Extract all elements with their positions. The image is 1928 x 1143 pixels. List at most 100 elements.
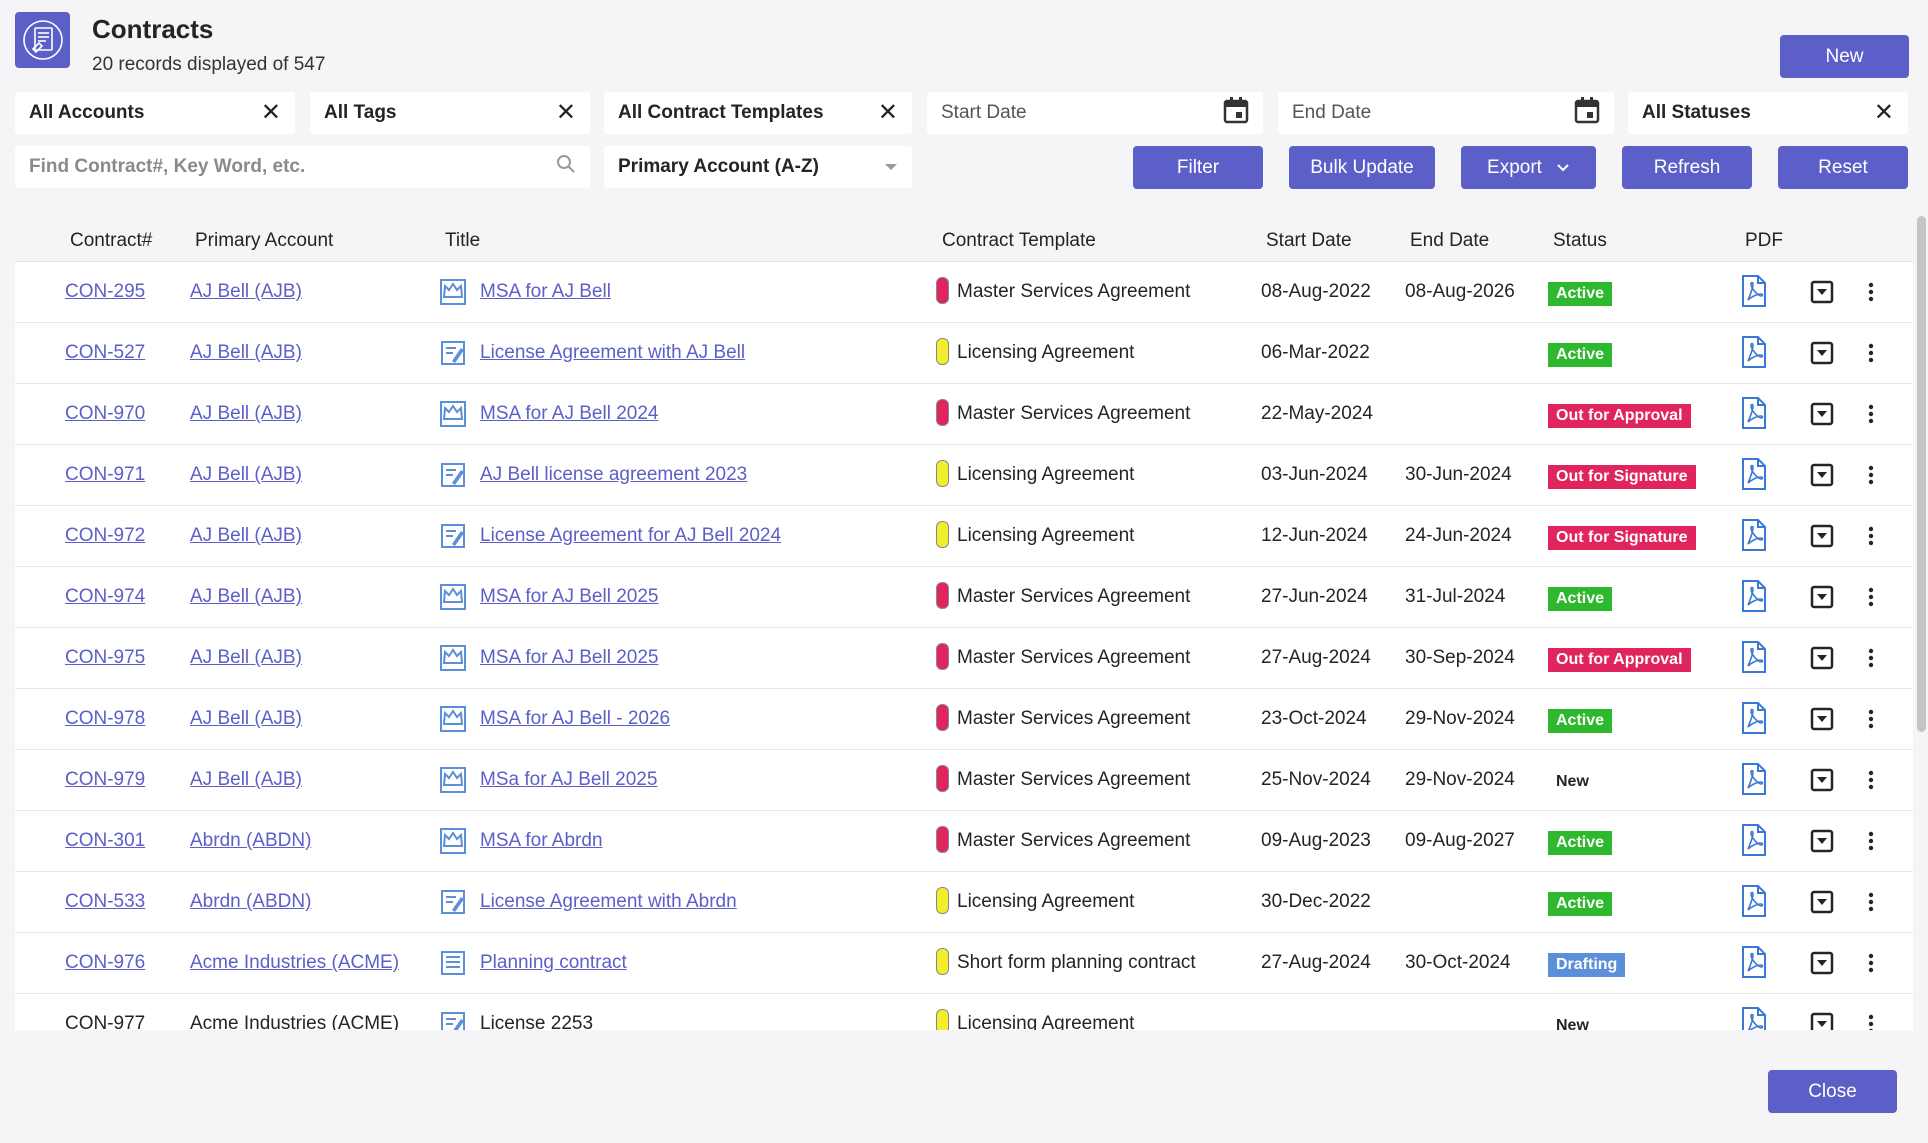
more-options-icon[interactable] (1868, 1014, 1874, 1030)
account-link[interactable]: Abrdn (ABDN) (190, 830, 311, 852)
row-dropdown-icon[interactable] (1810, 524, 1834, 553)
account-link[interactable]: AJ Bell (AJB) (190, 647, 302, 669)
more-options-icon[interactable] (1868, 953, 1874, 978)
row-dropdown-icon[interactable] (1810, 585, 1834, 614)
title-link[interactable]: MSa for AJ Bell 2025 (480, 769, 657, 791)
more-options-icon[interactable] (1868, 831, 1874, 856)
column-header[interactable]: Contract# (70, 230, 152, 252)
contract-id-link[interactable]: CON-975 (65, 647, 145, 669)
refresh-button[interactable]: Refresh (1622, 146, 1752, 189)
more-options-icon[interactable] (1868, 587, 1874, 612)
clear-tags-icon[interactable]: ✕ (556, 101, 576, 125)
title-link[interactable]: License Agreement with AJ Bell (480, 342, 745, 364)
end-date-field[interactable]: End Date (1278, 92, 1614, 134)
contract-id-link[interactable]: CON-976 (65, 952, 145, 974)
table-row[interactable]: CON-970 AJ Bell (AJB) MSA for AJ Bell 2024… (15, 384, 1913, 445)
more-options-icon[interactable] (1868, 892, 1874, 917)
account-link[interactable]: Abrdn (ABDN) (190, 891, 311, 913)
contract-id-link[interactable]: CON-978 (65, 708, 145, 730)
contract-id-link[interactable]: CON-974 (65, 586, 145, 608)
column-header[interactable]: End Date (1410, 230, 1489, 252)
start-date-field[interactable]: Start Date (927, 92, 1263, 134)
account-link[interactable]: AJ Bell (AJB) (190, 708, 302, 730)
table-row[interactable]: CON-533 Abrdn (ABDN) License Agreement wit… (15, 872, 1913, 933)
row-dropdown-icon[interactable] (1810, 463, 1834, 492)
close-button[interactable]: Close (1768, 1070, 1897, 1113)
contract-id-link[interactable]: CON-977 (65, 1013, 145, 1030)
contract-id-link[interactable]: CON-972 (65, 525, 145, 547)
more-options-icon[interactable] (1868, 709, 1874, 734)
pdf-icon[interactable] (1741, 519, 1767, 556)
table-row[interactable]: CON-301 Abrdn (ABDN) MSA for Abrdn Master S… (15, 811, 1913, 872)
pdf-icon[interactable] (1741, 641, 1767, 678)
pdf-icon[interactable] (1741, 458, 1767, 495)
column-header[interactable]: Status (1553, 230, 1607, 252)
account-link[interactable]: AJ Bell (AJB) (190, 281, 302, 303)
table-row[interactable]: CON-978 AJ Bell (AJB) MSA for AJ Bell - 20… (15, 689, 1913, 750)
more-options-icon[interactable] (1868, 648, 1874, 673)
templates-filter[interactable]: All Contract Templates ✕ (604, 92, 912, 134)
more-options-icon[interactable] (1868, 770, 1874, 795)
clear-templates-icon[interactable]: ✕ (878, 101, 898, 125)
contract-id-link[interactable]: CON-979 (65, 769, 145, 791)
row-dropdown-icon[interactable] (1810, 1012, 1834, 1030)
column-header[interactable]: Start Date (1266, 230, 1352, 252)
contract-id-link[interactable]: CON-533 (65, 891, 145, 913)
pdf-icon[interactable] (1741, 580, 1767, 617)
more-options-icon[interactable] (1868, 404, 1874, 429)
export-button[interactable]: Export (1461, 146, 1596, 189)
pdf-icon[interactable] (1741, 763, 1767, 800)
title-link[interactable]: License 2253 (480, 1013, 593, 1030)
table-row[interactable]: CON-295 AJ Bell (AJB) MSA for AJ Bell Maste… (15, 262, 1913, 323)
pdf-icon[interactable] (1741, 397, 1767, 434)
column-header[interactable]: Contract Template (942, 230, 1096, 252)
more-options-icon[interactable] (1868, 343, 1874, 368)
search-icon[interactable] (556, 154, 576, 180)
title-link[interactable]: AJ Bell license agreement 2023 (480, 464, 747, 486)
more-options-icon[interactable] (1868, 465, 1874, 490)
row-dropdown-icon[interactable] (1810, 280, 1834, 309)
row-dropdown-icon[interactable] (1810, 829, 1834, 858)
row-dropdown-icon[interactable] (1810, 768, 1834, 797)
column-header[interactable]: Title (445, 230, 480, 252)
table-row[interactable]: CON-974 AJ Bell (AJB) MSA for AJ Bell 2025… (15, 567, 1913, 628)
pdf-icon[interactable] (1741, 824, 1767, 861)
tags-filter[interactable]: All Tags ✕ (310, 92, 590, 134)
new-button[interactable]: New (1780, 35, 1909, 78)
pdf-icon[interactable] (1741, 946, 1767, 983)
table-row[interactable]: CON-972 AJ Bell (AJB) License Agreement fo… (15, 506, 1913, 567)
title-link[interactable]: License Agreement for AJ Bell 2024 (480, 525, 781, 547)
account-link[interactable]: Acme Industries (ACME) (190, 952, 399, 974)
table-scrollbar[interactable] (1915, 216, 1928, 1034)
column-header[interactable]: Primary Account (195, 230, 333, 252)
table-row[interactable]: CON-979 AJ Bell (AJB) MSa for AJ Bell 2025… (15, 750, 1913, 811)
table-row[interactable]: CON-975 AJ Bell (AJB) MSA for AJ Bell 2025… (15, 628, 1913, 689)
title-link[interactable]: MSA for AJ Bell - 2026 (480, 708, 670, 730)
column-header[interactable]: PDF (1745, 230, 1783, 252)
pdf-icon[interactable] (1741, 885, 1767, 922)
account-link[interactable]: AJ Bell (AJB) (190, 403, 302, 425)
title-link[interactable]: MSA for AJ Bell 2024 (480, 403, 659, 425)
pdf-icon[interactable] (1741, 336, 1767, 373)
pdf-icon[interactable] (1741, 275, 1767, 312)
row-dropdown-icon[interactable] (1810, 890, 1834, 919)
contract-id-link[interactable]: CON-527 (65, 342, 145, 364)
calendar-icon[interactable] (1574, 96, 1600, 130)
account-link[interactable]: Acme Industries (ACME) (190, 1013, 399, 1030)
contract-id-link[interactable]: CON-971 (65, 464, 145, 486)
pdf-icon[interactable] (1741, 1007, 1767, 1030)
clear-statuses-icon[interactable]: ✕ (1874, 101, 1894, 125)
search-input[interactable]: Find Contract#, Key Word, etc. (15, 146, 590, 188)
accounts-filter[interactable]: All Accounts ✕ (15, 92, 295, 134)
row-dropdown-icon[interactable] (1810, 646, 1834, 675)
filter-button[interactable]: Filter (1133, 146, 1263, 189)
row-dropdown-icon[interactable] (1810, 707, 1834, 736)
row-dropdown-icon[interactable] (1810, 341, 1834, 370)
contract-id-link[interactable]: CON-301 (65, 830, 145, 852)
row-dropdown-icon[interactable] (1810, 402, 1834, 431)
title-link[interactable]: MSA for AJ Bell (480, 281, 611, 303)
title-link[interactable]: License Agreement with Abrdn (480, 891, 737, 913)
contract-id-link[interactable]: CON-295 (65, 281, 145, 303)
table-row[interactable]: CON-976 Acme Industries (ACME) Planning co… (15, 933, 1913, 994)
account-link[interactable]: AJ Bell (AJB) (190, 769, 302, 791)
